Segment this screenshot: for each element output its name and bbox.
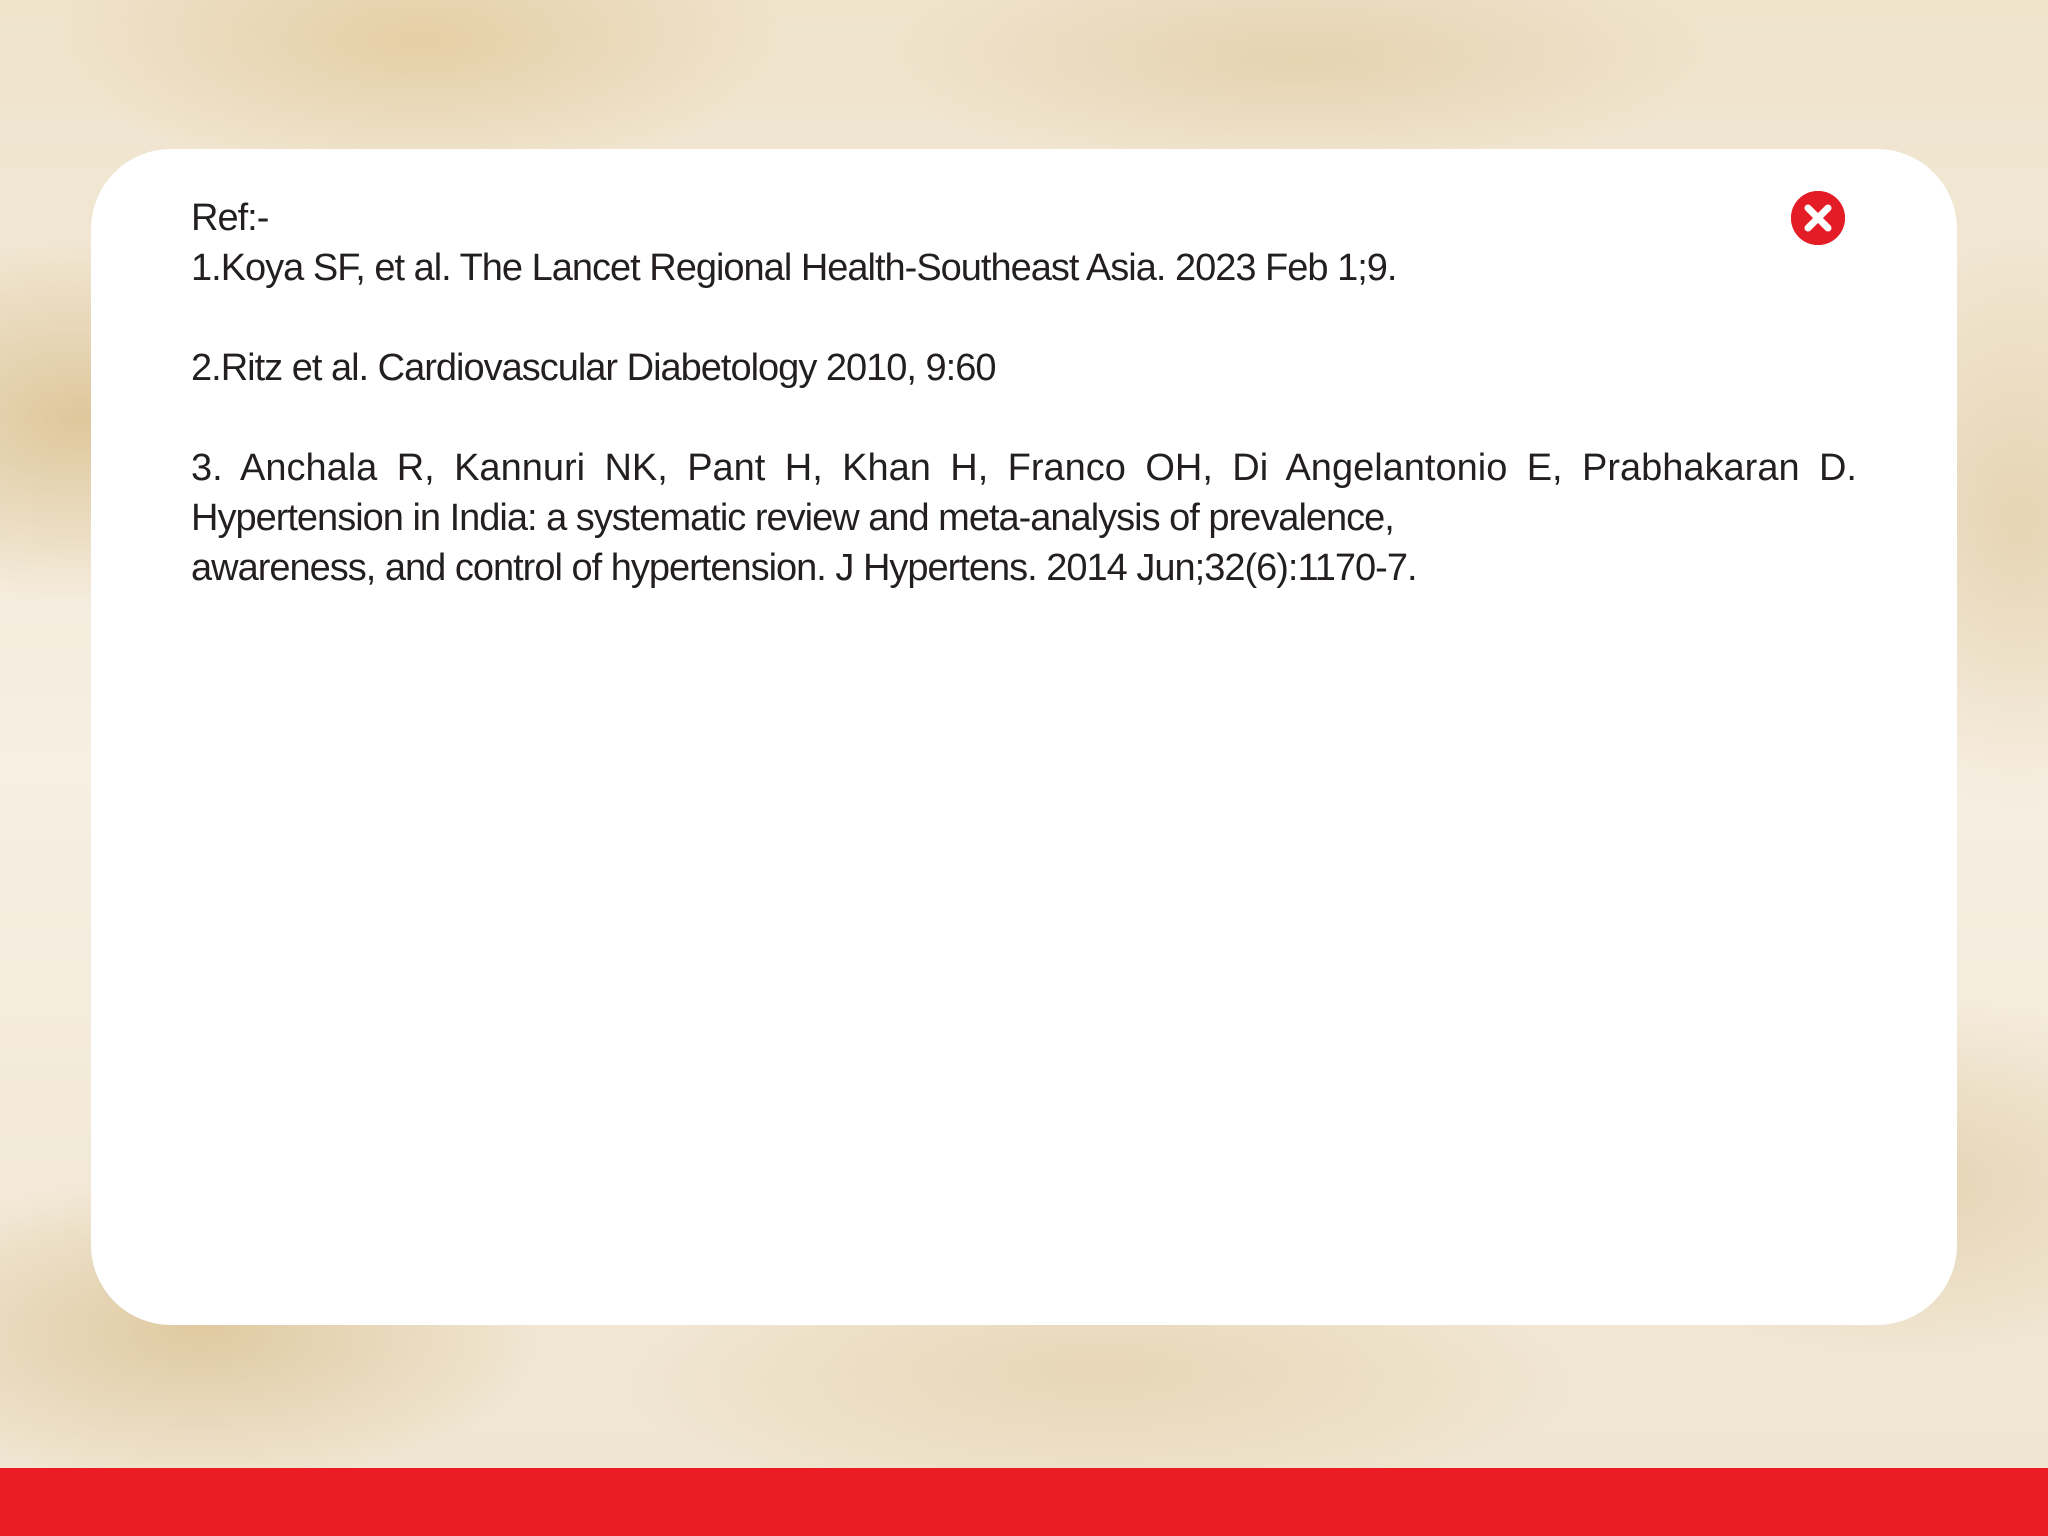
reference-item-3-line-3: awareness, and control of hypertension. … [191,547,1418,589]
reference-item-3-line-2: Hypertension in India: a systematic revi… [191,497,1395,539]
reference-popup: Ref:- 1.Koya SF, et al. The Lancet Regio… [91,149,1957,1325]
reference-list: Ref:- 1.Koya SF, et al. The Lancet Regio… [191,193,1857,593]
reference-item-1: 1.Koya SF, et al. The Lancet Regional He… [191,247,1397,289]
reference-item-2: 2.Ritz et al. Cardiovascular Diabetology… [191,347,996,389]
footer-red-bar [0,1468,2048,1536]
reference-item-3-line-1: 3. Anchala R, Kannuri NK, Pant H, Khan H… [191,447,1857,489]
reference-heading: Ref:- [191,197,269,239]
